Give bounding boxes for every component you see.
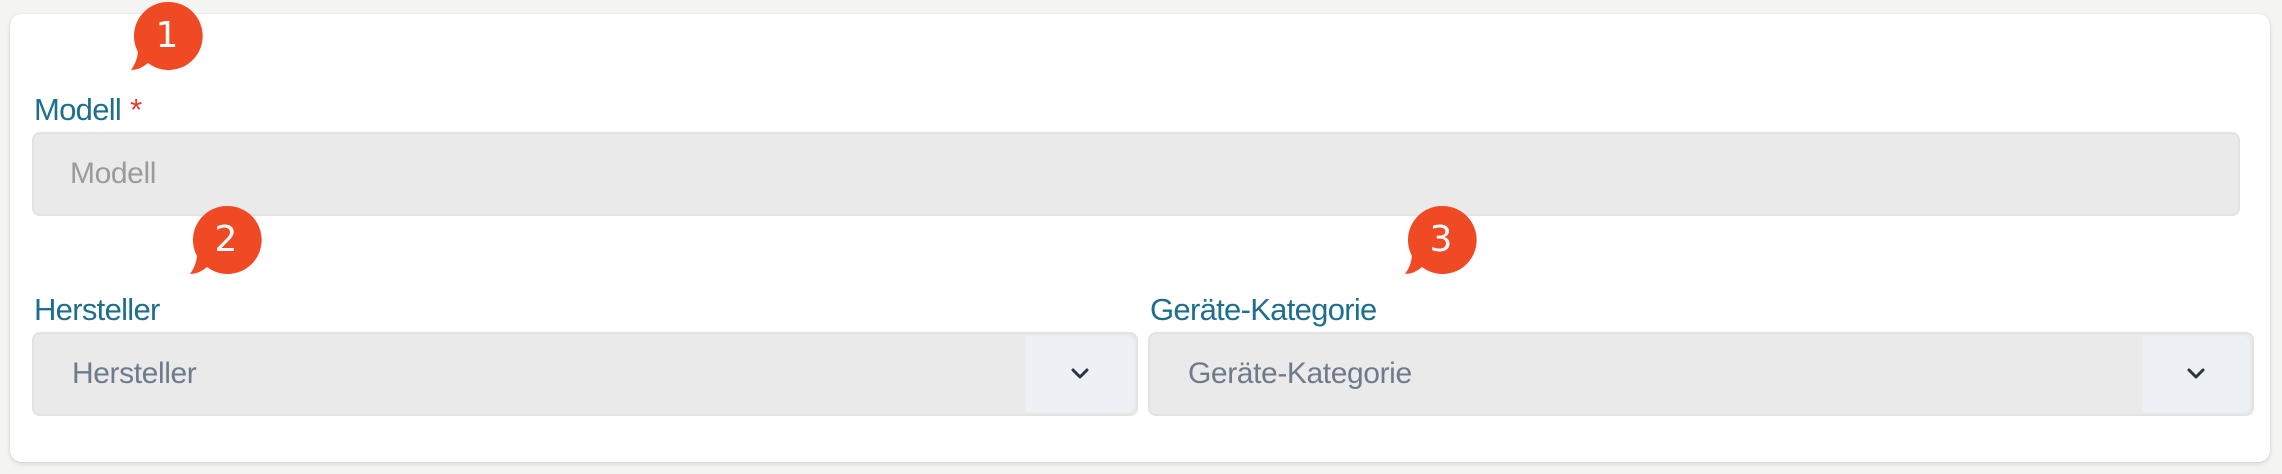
manufacturer-select-value: Hersteller (72, 357, 197, 390)
category-select-value: Geräte-Kategorie (1188, 357, 1412, 390)
model-input[interactable]: Modell (32, 132, 2240, 216)
callout-number: 2 (214, 218, 238, 260)
category-select[interactable]: Geräte-Kategorie (1148, 332, 2254, 416)
category-label: Geräte-Kategorie (1150, 292, 1377, 327)
chevron-down-icon (2187, 368, 2205, 379)
model-input-placeholder: Modell (70, 157, 156, 190)
model-label-text: Modell (34, 92, 122, 127)
manufacturer-select[interactable]: Hersteller (32, 332, 1138, 416)
callout-bubble-2: 2 (187, 204, 265, 282)
manufacturer-label: Hersteller (34, 292, 160, 327)
form-card: Modell * Modell Hersteller Hersteller Ger… (10, 1, 2270, 462)
chevron-down-icon (1071, 368, 1089, 379)
callout-bubble-1: 1 (128, 0, 206, 78)
callout-number: 3 (1429, 218, 1453, 260)
callout-number: 1 (155, 14, 179, 56)
callout-bubble-3: 3 (1402, 204, 1480, 282)
manufacturer-dropdown-button[interactable] (1026, 336, 1134, 412)
required-asterisk: * (130, 92, 142, 127)
model-label: Modell * (34, 92, 142, 128)
category-dropdown-button[interactable] (2142, 336, 2250, 412)
